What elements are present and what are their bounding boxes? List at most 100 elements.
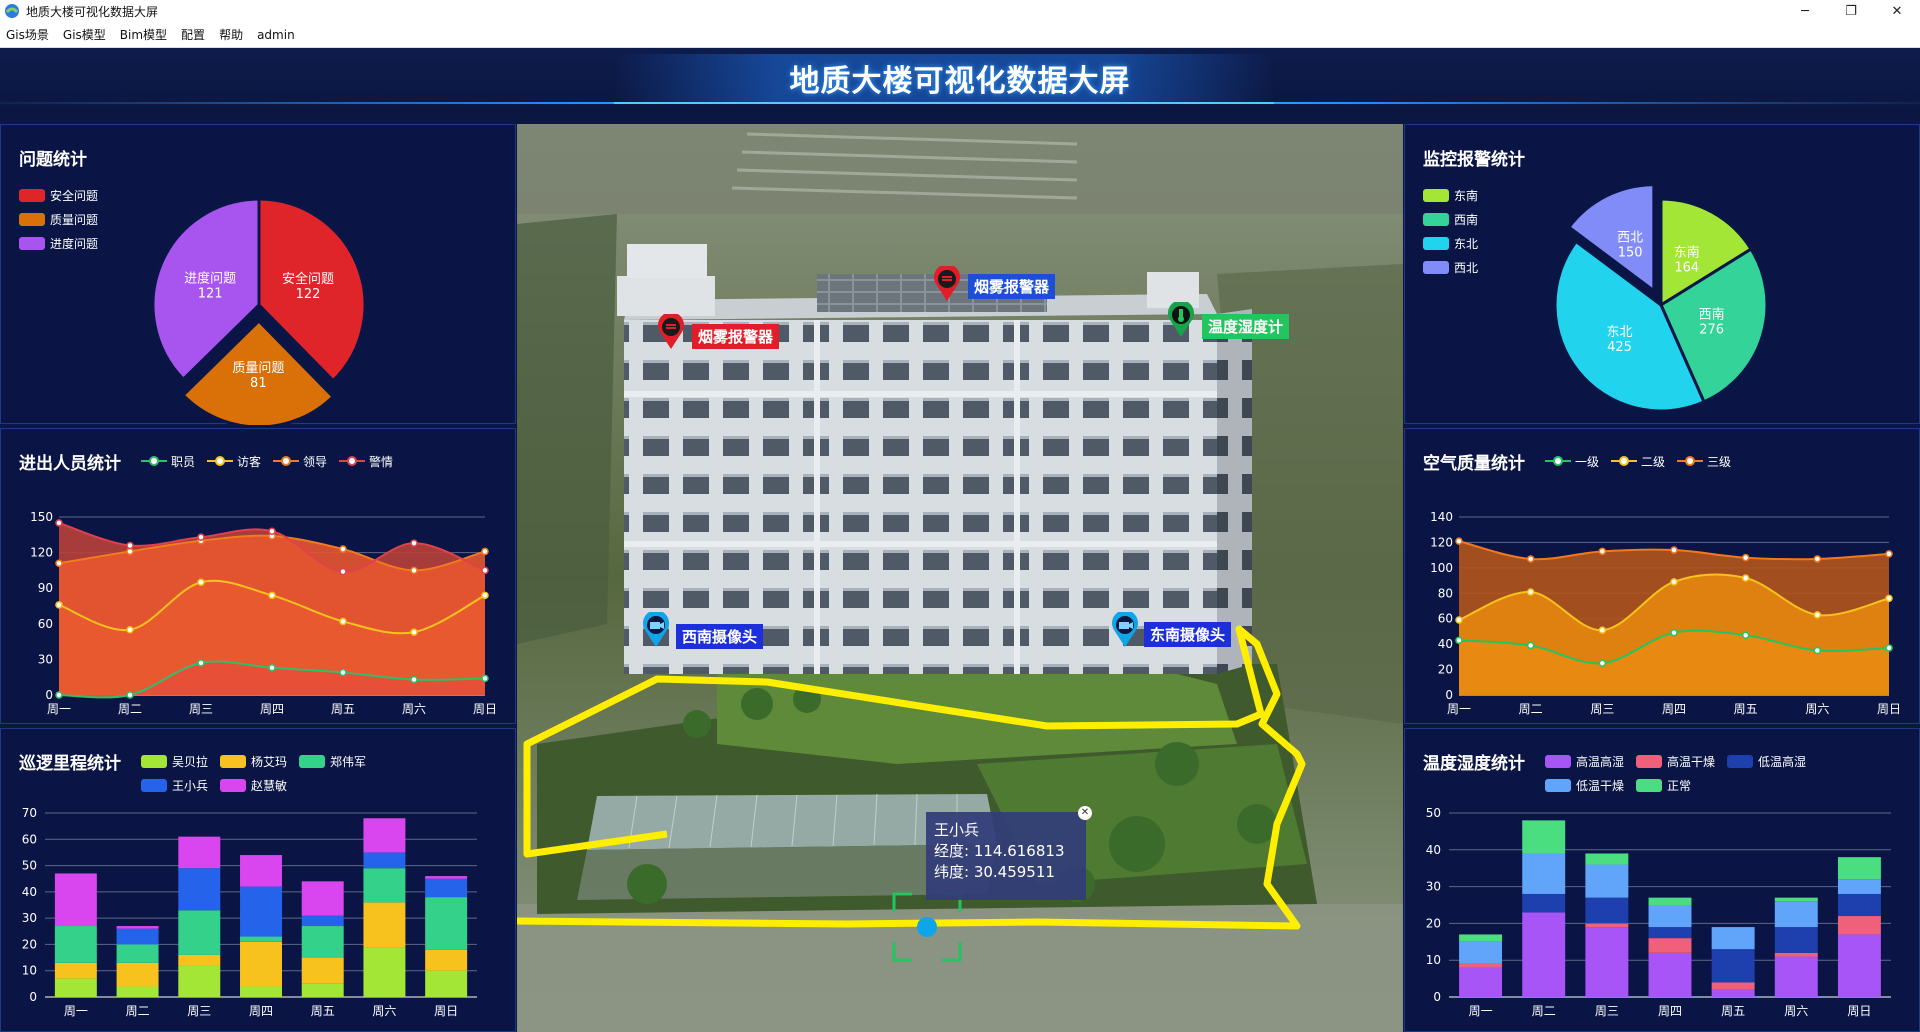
air-area-chart[interactable]: 0 20 40 60 80 100 120 140 周一 周二 周三 周四 周五 周六 周日	[1405, 429, 1920, 725]
x-tick-label: 周三	[1590, 702, 1614, 716]
panel-patrol-stats: 巡逻里程统计 吴贝拉 杨艾玛 郑伟军 王小兵 赵慧敏 0 10 20 30 40 50 60…	[0, 728, 516, 1032]
bar-segment	[1711, 927, 1755, 950]
bar-segment	[1711, 949, 1755, 983]
close-window-button[interactable]: ✕	[1874, 0, 1920, 22]
marker-label-thermo[interactable]: 温度湿度计	[1202, 314, 1290, 339]
thermometer-pin-icon[interactable]	[1166, 302, 1196, 338]
x-tick-label: 周四	[1662, 702, 1686, 716]
personnel-area-chart[interactable]: 0 30 60 90 120 150 周一 周二 周三 周四 周五 周六 周日	[1, 429, 517, 725]
slice-label: 质量问题	[232, 361, 284, 376]
smoke-alarm-pin-icon[interactable]	[656, 314, 686, 350]
y-tick-label: 30	[22, 911, 37, 925]
data-point	[481, 591, 489, 600]
x-tick-label: 周三	[1595, 1004, 1619, 1018]
menu-admin[interactable]: admin	[257, 28, 295, 42]
y-tick-label: 0	[1433, 990, 1441, 1004]
marker-label-se-camera[interactable]: 东南摄像头	[1144, 622, 1232, 647]
slice-value: 425	[1607, 340, 1632, 355]
bar-segment	[301, 881, 344, 916]
bar-segment	[54, 873, 97, 927]
data-point	[481, 674, 489, 683]
y-tick-label: 120	[1430, 535, 1453, 549]
x-tick-label: 周四	[249, 1004, 273, 1018]
slice-value: 164	[1674, 261, 1699, 276]
y-tick-label: 10	[1426, 953, 1441, 967]
marker-label-smoke-alarm-2[interactable]: 烟雾报警器	[968, 274, 1056, 299]
x-tick-label: 周三	[187, 1004, 211, 1018]
marker-label-smoke-alarm-1[interactable]: 烟雾报警器	[692, 324, 780, 349]
dashboard-header: 地质大楼可视化数据大屏	[0, 48, 1920, 112]
bar-segment	[240, 986, 282, 997]
bar-segment	[1774, 927, 1818, 953]
patrol-bar-chart[interactable]: 0 10 20 30 40 50 60 70 周一 周二 周三 周四 周五 周六 周日	[1, 729, 517, 1032]
data-point	[1670, 546, 1678, 554]
maximize-button[interactable]: ❐	[1828, 0, 1874, 22]
data-point	[1598, 659, 1607, 667]
menu-gis-scene[interactable]: Gis场景	[6, 26, 49, 43]
panel-air-stats: 空气质量统计 一级 二级 三级 0 20 40 60 80 100 120 140 周一 周二 周三…	[1404, 428, 1920, 724]
bar-segment	[363, 868, 406, 903]
y-tick-label: 60	[38, 617, 53, 631]
camera-pin-icon[interactable]	[1110, 612, 1140, 648]
y-tick-label: 20	[1426, 916, 1441, 930]
y-tick-label: 50	[1426, 806, 1441, 820]
data-point	[1885, 550, 1893, 558]
y-tick-label: 30	[38, 652, 53, 666]
popup-close-icon[interactable]: ✕	[1078, 806, 1092, 820]
menu-help[interactable]: 帮助	[219, 26, 243, 43]
problem-pie-chart[interactable]: 安全问题122 质量问题81 进度问题121	[1, 125, 517, 425]
slice-value: 122	[296, 287, 321, 302]
data-point	[1526, 641, 1535, 650]
bar-segment	[1648, 905, 1692, 928]
minimize-button[interactable]: ─	[1782, 0, 1828, 22]
bar-segment	[1774, 956, 1818, 997]
x-tick-label: 周一	[1469, 1004, 1493, 1018]
bar-segment	[1459, 963, 1503, 968]
bar-segment	[240, 941, 282, 987]
dashboard-screen: 地质大楼可视化数据大屏 烟雾报警器 烟雾报警器 温度湿度计 西南摄像头 东南摄像…	[0, 48, 1920, 1032]
person-popup: 王小兵 经度: 114.616813 纬度: 30.459511 ✕	[926, 806, 1092, 900]
bar-segment	[1522, 820, 1566, 854]
x-tick-label: 周二	[1519, 702, 1543, 716]
x-tick-label: 周六	[1784, 1004, 1808, 1018]
bar-segment	[1711, 982, 1755, 990]
menu-config[interactable]: 配置	[181, 26, 205, 43]
app-icon	[5, 4, 19, 18]
data-point	[339, 567, 347, 576]
y-tick-label: 70	[22, 806, 37, 820]
x-tick-label: 周五	[331, 702, 355, 716]
data-point	[126, 691, 134, 699]
panel-alarm-stats: 监控报警统计 东南 西南 东北 西北 东南 164 西南 276 东北 425 西北 150	[1404, 124, 1920, 424]
y-tick-label: 60	[22, 832, 37, 846]
bar-segment	[1774, 897, 1818, 902]
window-title: 地质大楼可视化数据大屏	[26, 4, 159, 19]
x-tick-label: 周二	[1532, 1004, 1556, 1018]
humidity-bar-chart[interactable]: 0 10 20 30 40 50 周一 周二 周三 周四 周五 周六 周日	[1405, 729, 1920, 1032]
menu-gis-model[interactable]: Gis模型	[63, 26, 106, 43]
menu-bim-model[interactable]: Bim模型	[120, 26, 167, 43]
bar-segment	[1585, 897, 1629, 924]
data-point	[1741, 631, 1750, 639]
alarm-pie-chart[interactable]: 东南164 西南276 东北425 西北150	[1405, 125, 1920, 425]
y-tick-label: 80	[1438, 586, 1453, 600]
x-tick-label: 周日	[473, 702, 497, 716]
data-point	[410, 628, 418, 636]
y-tick-label: 0	[29, 990, 37, 1004]
data-point	[1813, 555, 1822, 563]
data-point	[339, 668, 347, 677]
y-tick-label: 20	[22, 937, 37, 951]
smoke-alarm-pin-icon[interactable]	[932, 266, 962, 302]
marker-label-sw-camera[interactable]: 西南摄像头	[676, 624, 764, 649]
y-tick-label: 100	[1430, 561, 1453, 575]
slice-label: 东南	[1674, 245, 1700, 261]
bar-segment	[301, 915, 344, 927]
y-tick-label: 30	[1426, 880, 1441, 894]
slice-label: 进度问题	[184, 270, 236, 286]
bar-segment	[1585, 864, 1629, 898]
x-tick-label: 周三	[189, 702, 213, 716]
popup-latitude: 纬度: 30.459511	[934, 863, 1055, 881]
data-point	[1598, 626, 1607, 634]
y-tick-label: 120	[30, 546, 53, 560]
bar-segment	[1648, 927, 1692, 939]
camera-pin-icon[interactable]	[641, 612, 671, 648]
